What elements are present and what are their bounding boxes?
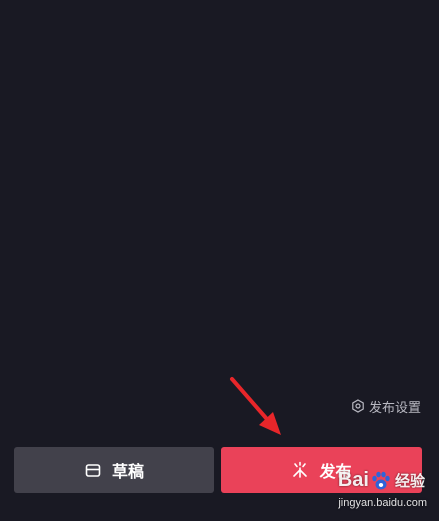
paw-icon: [372, 471, 390, 489]
watermark-brand-left: Bai: [337, 469, 369, 491]
annotation-arrow-icon: [230, 377, 281, 435]
watermark-brand-right: 经验: [394, 472, 425, 490]
watermark-brand: Bai 经验: [338, 469, 425, 492]
watermark-url: jingyan.baidu.com: [338, 497, 427, 509]
baidu-jingyan-watermark: Bai 经验 jingyan.baidu.com: [303, 467, 433, 517]
